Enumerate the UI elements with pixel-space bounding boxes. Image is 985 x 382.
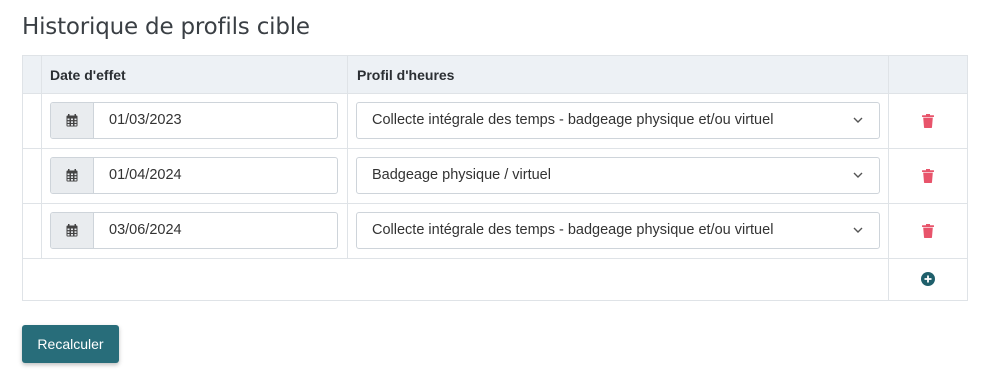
column-divider [41,56,42,259]
row-divider [23,148,967,149]
date-field[interactable]: 01/03/2023 [109,112,309,128]
calendar-icon[interactable] [51,103,94,138]
table-header: Date d'effet Profil d'heures [23,56,967,94]
profile-history-table: Date d'effet Profil d'heures 01/03/2023 … [22,55,968,301]
trash-icon[interactable] [922,169,934,183]
profile-select[interactable]: Badgeage physique / virtuel [356,157,880,194]
column-divider [347,56,348,259]
date-picker[interactable]: 01/03/2023 [50,102,338,139]
date-field[interactable]: 01/04/2024 [109,167,309,183]
trash-icon[interactable] [922,114,934,128]
calendar-icon[interactable] [51,158,94,193]
recalculate-button[interactable]: Recalculer [22,325,119,363]
date-picker[interactable]: 03/06/2024 [50,212,338,249]
column-header-profile[interactable]: Profil d'heures [357,67,454,83]
profile-select[interactable]: Collecte intégrale des temps - badgeage … [356,102,880,139]
profile-select-value: Collecte intégrale des temps - badgeage … [372,112,774,128]
date-picker[interactable]: 01/04/2024 [50,157,338,194]
column-divider [888,56,889,300]
chevron-down-icon [853,117,863,123]
chevron-down-icon [853,172,863,178]
plus-circle-icon[interactable] [921,272,935,286]
column-header-date[interactable]: Date d'effet [50,67,126,83]
date-field[interactable]: 03/06/2024 [109,222,309,238]
row-divider [23,258,967,259]
chevron-down-icon [853,227,863,233]
calendar-icon[interactable] [51,213,94,248]
page-title: Historique de profils cible [22,14,310,40]
row-divider [23,203,967,204]
trash-icon[interactable] [922,224,934,238]
profile-select-value: Badgeage physique / virtuel [372,167,551,183]
profile-select-value: Collecte intégrale des temps - badgeage … [372,222,774,238]
profile-select[interactable]: Collecte intégrale des temps - badgeage … [356,212,880,249]
